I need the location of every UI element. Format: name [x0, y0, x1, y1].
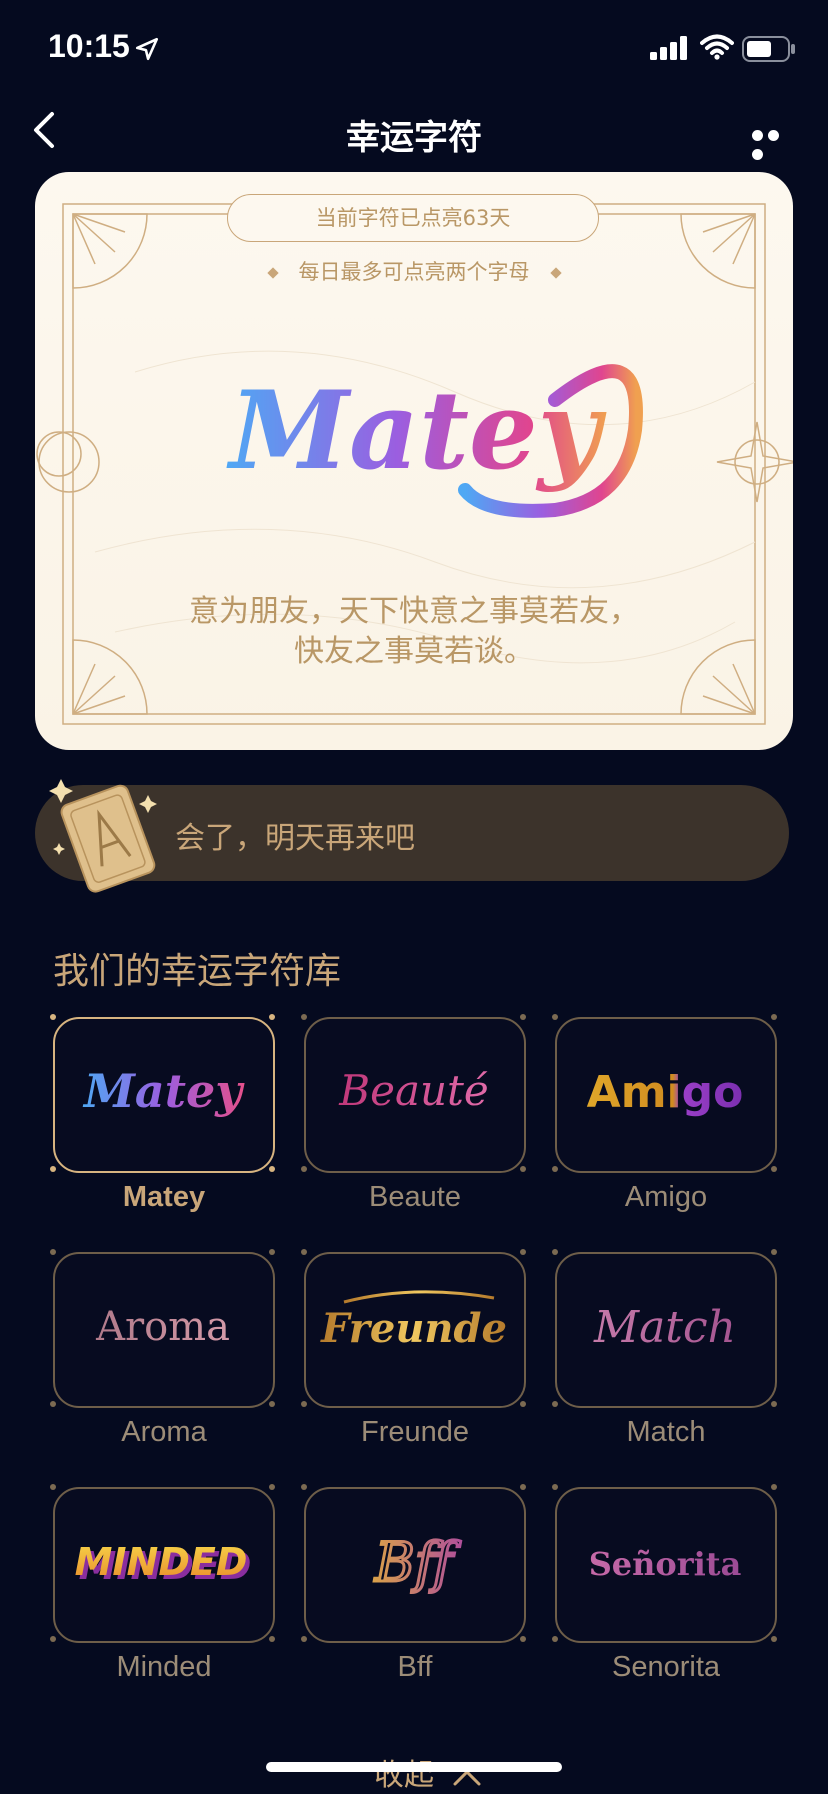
nav-bar: 幸运字符	[0, 96, 828, 166]
library-item-match[interactable]: Match Match	[552, 1249, 777, 1450]
svg-text:Amigo: Amigo	[587, 1067, 744, 1118]
diamond-icon	[266, 267, 279, 279]
word-meaning-line2: 快友之事莫若谈。	[294, 634, 534, 669]
svg-text:Beauté: Beauté	[338, 1066, 489, 1115]
library-item-label: Beaute	[369, 1181, 461, 1213]
library-item-label: Match	[626, 1416, 706, 1448]
hero-word-text: Matey	[226, 368, 607, 494]
diamond-icon	[549, 267, 562, 279]
match-logo: Match	[593, 1302, 736, 1353]
library-item-label: Matey	[122, 1181, 206, 1213]
senorita-logo: Señorita	[589, 1545, 742, 1583]
library-item-aroma[interactable]: Aroma Aroma	[50, 1249, 275, 1450]
aroma-logo: Aroma	[95, 1304, 230, 1350]
streak-badge: 当前字符已点亮63天	[227, 194, 599, 242]
more-options-icon[interactable]	[752, 126, 798, 160]
lucky-word-card: 当前字符已点亮63天 每日最多可点亮两个字母 Matey 意为朋友，天下快意之事…	[35, 172, 793, 750]
battery-icon	[742, 36, 795, 62]
daily-limit-tip: 每日最多可点亮两个字母	[35, 256, 793, 286]
svg-text:Señorita: Señorita	[589, 1545, 742, 1583]
freunde-logo: Freunde	[320, 1290, 507, 1352]
svg-text:Freunde: Freunde	[320, 1305, 507, 1352]
library-item-matey[interactable]: Matey Matey	[50, 1014, 275, 1215]
library-item-freunde[interactable]: Freunde Freunde	[301, 1249, 526, 1450]
letter-card-icon	[49, 779, 157, 893]
library-item-senorita[interactable]: Señorita Senorita	[552, 1484, 777, 1685]
word-meaning-line1: 意为朋友，天下快意之事莫若友，	[189, 594, 639, 629]
library-item-label: Freunde	[360, 1416, 469, 1448]
library-item-beaute[interactable]: Beauté Beaute	[301, 1014, 526, 1215]
amigo-logo: Amigo	[587, 1067, 744, 1118]
minded-logo: MINDED MINDED	[75, 1540, 252, 1588]
come-back-tomorrow-bar[interactable]: 会了，明天再来吧	[35, 779, 789, 893]
home-indicator[interactable]	[266, 1762, 562, 1772]
status-bar: 10:15	[0, 0, 828, 100]
library-item-bff[interactable]: Bff Bff	[301, 1484, 526, 1685]
library-item-minded[interactable]: MINDED MINDED Minded	[50, 1484, 275, 1685]
library-item-label: Minded	[116, 1651, 212, 1683]
svg-text:Match: Match	[593, 1302, 736, 1353]
library-item-label: Amigo	[624, 1181, 708, 1213]
library-title: 我们的幸运字符库	[53, 951, 342, 992]
page-title: 幸运字符	[346, 118, 482, 158]
library-item-amigo[interactable]: Amigo Amigo	[552, 1014, 777, 1215]
library-item-label: Bff	[397, 1651, 433, 1683]
beaute-logo: Beauté	[338, 1066, 489, 1115]
svg-text:Matey: Matey	[82, 1064, 245, 1118]
library-item-label: Senorita	[611, 1651, 720, 1683]
daily-limit-text: 每日最多可点亮两个字母	[298, 260, 530, 284]
come-back-tomorrow-text: 会了，明天再来吧	[175, 821, 415, 856]
wifi-icon	[700, 34, 734, 60]
svg-text:Bff: Bff	[374, 1531, 461, 1594]
word-meaning: 意为朋友，天下快意之事莫若友， 快友之事莫若谈。	[95, 592, 733, 672]
cellular-signal-icon	[650, 36, 687, 60]
location-arrow-icon	[135, 37, 159, 61]
bff-logo: Bff	[373, 1530, 463, 1596]
status-time: 10:15	[48, 28, 130, 64]
matey-logo: Matey	[82, 1064, 245, 1118]
svg-text:MINDED: MINDED	[75, 1540, 248, 1584]
collapse-button[interactable]: 收起	[374, 1750, 482, 1794]
svg-text:Aroma: Aroma	[95, 1304, 230, 1350]
hero-word-logo: Matey	[226, 364, 643, 518]
library-item-label: Aroma	[121, 1416, 207, 1448]
